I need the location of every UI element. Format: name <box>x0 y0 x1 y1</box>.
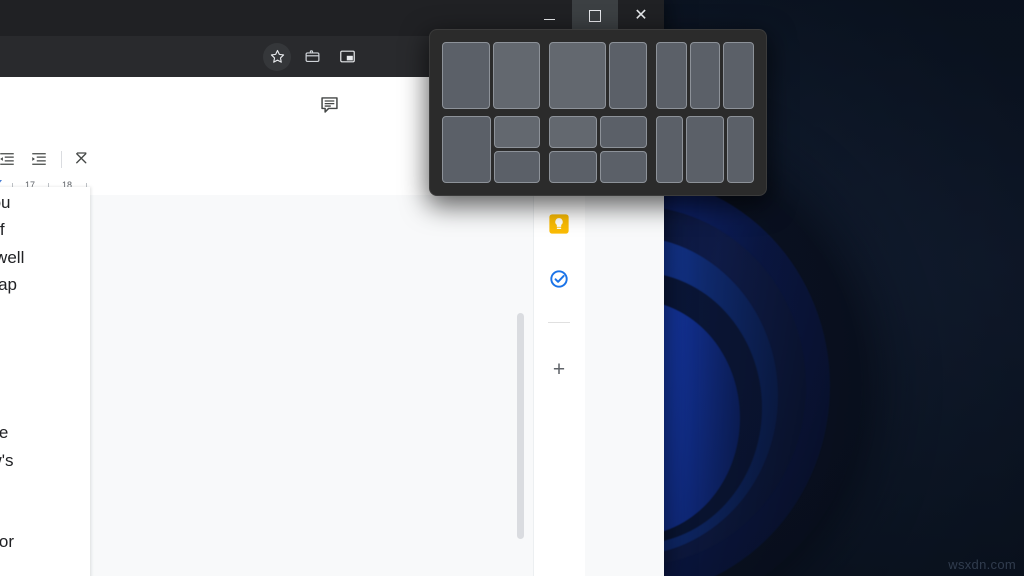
close-icon: ✕ <box>634 7 648 24</box>
snap-zone-right-stack <box>599 116 647 183</box>
snap-zone-top-left[interactable] <box>549 116 597 148</box>
bookmark-star-icon <box>270 49 284 63</box>
doc-text-line: oductive <box>0 423 9 442</box>
minimize-icon <box>543 18 555 20</box>
extensions-puzzle-icon <box>305 50 319 63</box>
doc-text-line: can snap <box>0 275 17 294</box>
docs-formatting-toolbar: 1 2 3 <box>0 143 420 175</box>
doc-text-line: t work well <box>0 248 25 267</box>
doc-text-line: n. If you <box>0 193 11 212</box>
maximize-icon <box>589 10 601 22</box>
minimize-button[interactable] <box>526 0 572 32</box>
screen-root: wsxdn.com ✕ 17 18 u f well ap e 's or + <box>0 0 1024 576</box>
snap-layout-three-equal-columns[interactable] <box>656 42 755 109</box>
snap-layout-left-column-right-two-stacked[interactable] <box>442 116 540 183</box>
snap-layout-two-equal-columns[interactable] <box>442 42 540 109</box>
snap-layout-wide-center-two-side-columns[interactable] <box>656 116 755 183</box>
picture-in-picture-icon <box>339 50 355 63</box>
picture-in-picture-button[interactable] <box>333 43 361 71</box>
snap-zone-left-full[interactable] <box>442 116 491 183</box>
increase-indent-button[interactable] <box>28 146 50 172</box>
snap-zone-bottom-left[interactable] <box>549 151 597 183</box>
snap-zone-left-large[interactable] <box>549 42 607 109</box>
comment-history-button[interactable] <box>314 89 344 119</box>
doc-text-line: window's <box>0 451 14 470</box>
snap-zone-right-stack <box>493 116 540 183</box>
side-panel-divider <box>548 322 570 323</box>
snap-layout-four-quadrants[interactable] <box>549 116 647 183</box>
snap-layouts-flyout <box>429 29 767 196</box>
snap-zone-bottom-right[interactable] <box>599 151 647 183</box>
decrease-indent-button[interactable] <box>0 146 18 172</box>
vertical-scrollbar-thumb[interactable] <box>517 313 524 539</box>
snap-zone-right[interactable] <box>492 42 540 109</box>
site-watermark: wsxdn.com <box>948 557 1016 572</box>
increase-indent-icon <box>32 153 46 165</box>
doc-text-line: ndows or <box>0 532 14 551</box>
google-tasks-icon <box>550 270 568 288</box>
snap-zone-col-3[interactable] <box>723 42 755 109</box>
snap-layouts-grid <box>442 42 755 183</box>
google-tasks-button[interactable] <box>546 266 572 292</box>
decrease-indent-icon <box>0 153 14 165</box>
snap-zone-col-1[interactable] <box>656 42 687 109</box>
google-keep-button[interactable] <box>546 211 572 237</box>
add-on-button[interactable]: + <box>546 356 572 382</box>
comment-icon <box>320 96 338 113</box>
snap-zone-right-top[interactable] <box>493 116 540 148</box>
docs-page[interactable]: n. If you aking of t work well can snap … <box>0 187 90 576</box>
maximize-button[interactable] <box>572 0 618 32</box>
snap-zone-right-bottom[interactable] <box>493 151 540 183</box>
snap-zone-center-wide[interactable] <box>685 116 725 183</box>
doc-text-line: aking of <box>0 220 5 239</box>
close-button[interactable]: ✕ <box>618 0 664 32</box>
snap-zone-left[interactable] <box>442 42 490 109</box>
snap-zone-right-small[interactable] <box>609 42 647 109</box>
docs-side-panel: + <box>533 195 585 576</box>
snap-layout-large-left-small-right[interactable] <box>549 42 647 109</box>
docs-canvas-background <box>90 313 516 576</box>
extensions-button[interactable] <box>298 43 326 71</box>
browser-toolbar-actions <box>263 36 361 77</box>
snap-zone-side-left[interactable] <box>656 116 683 183</box>
snap-zone-left-stack <box>549 116 597 183</box>
toolbar-separator <box>61 150 62 168</box>
google-keep-icon <box>549 214 569 234</box>
window-controls-group: ✕ <box>526 0 664 32</box>
clear-formatting-button[interactable] <box>71 146 93 172</box>
snap-zone-top-right[interactable] <box>599 116 647 148</box>
bookmark-star-button[interactable] <box>263 42 291 71</box>
snap-zone-col-2[interactable] <box>689 42 721 109</box>
clear-formatting-icon <box>76 152 87 164</box>
snap-zone-side-right[interactable] <box>727 116 755 183</box>
